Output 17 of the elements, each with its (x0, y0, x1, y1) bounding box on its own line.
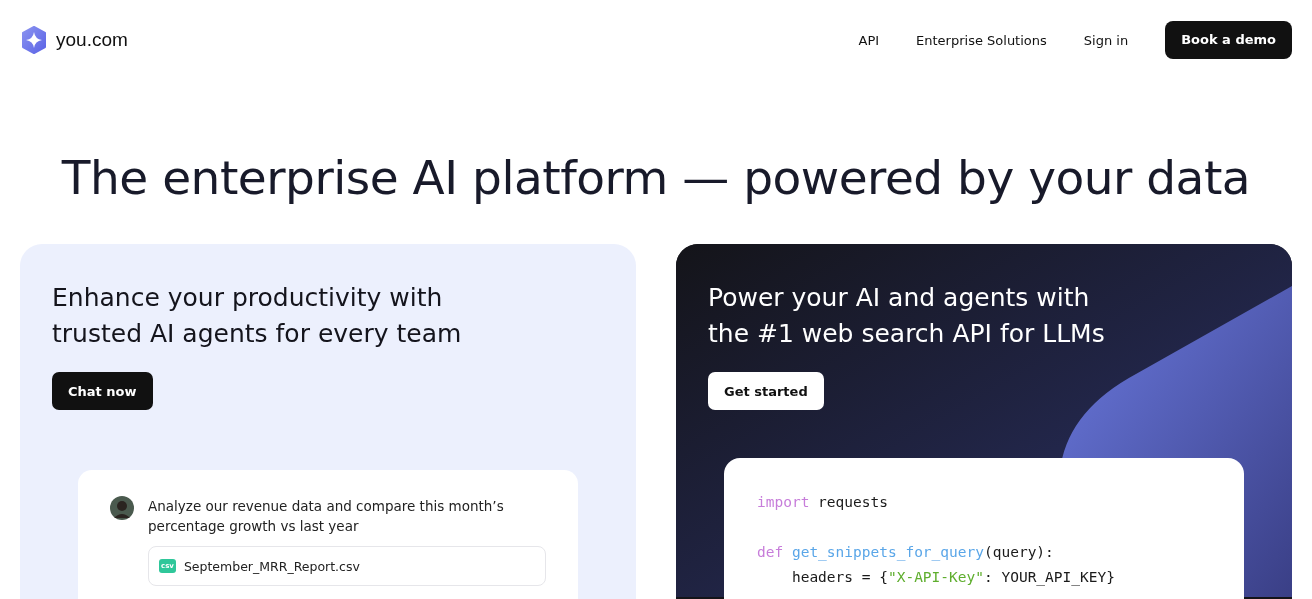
logo-text[interactable]: you.com (56, 29, 128, 51)
nav-link[interactable]: Sign in (1083, 32, 1129, 48)
get-started-button[interactable]: Get started (708, 372, 824, 410)
code-line: def get_snippets_for_query(query): (757, 543, 1054, 563)
nav-link[interactable]: Enterprise Solutions (916, 32, 1047, 48)
code-line: import requests (757, 493, 888, 512)
logo-icon (20, 26, 48, 54)
card-title: Power your AI and agents with the #1 web search API for LLMs (708, 282, 1106, 350)
headline: The enterprise AI platform — powered by your data (60, 149, 1252, 207)
nav-link[interactable]: API (858, 32, 880, 48)
chat-now-button[interactable]: Chat now (52, 372, 153, 410)
card-title: Enhance your productivity with trusted AI agents for every team (52, 282, 462, 350)
chat-message: Analyze our revenue data and compare this month’s percentage growth vs last year (148, 497, 505, 536)
avatar-icon (110, 496, 134, 520)
book-demo-button[interactable]: Book a demo (1165, 21, 1292, 59)
file-name: September_MRR_Report.csv (183, 558, 360, 574)
code-line: headers = {"X-API-Key": YOUR_API_KEY} (790, 568, 1115, 588)
